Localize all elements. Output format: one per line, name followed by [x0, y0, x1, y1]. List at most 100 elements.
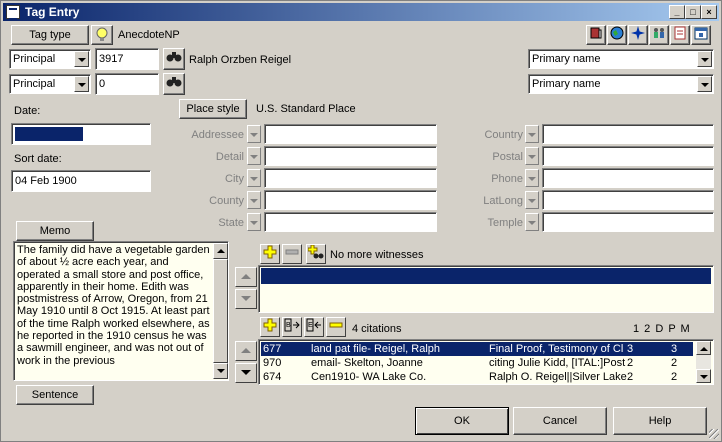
memo-button[interactable]: Memo — [16, 221, 94, 241]
tag-name: AnecdoteNP — [118, 29, 180, 41]
sort-date-field[interactable]: 04 Feb 1900 — [11, 170, 151, 192]
binoculars-icon[interactable] — [163, 73, 185, 95]
calendar-icon[interactable] — [691, 25, 711, 45]
citation-count: 4 citations — [352, 323, 402, 335]
citation-source: Cen1910- WA Lake Co. — [311, 371, 427, 383]
compass-icon[interactable] — [628, 25, 648, 45]
state-field[interactable] — [264, 212, 437, 232]
clipboard-icon[interactable] — [670, 25, 690, 45]
citation-move-up[interactable] — [235, 341, 257, 361]
help-button[interactable]: Help — [613, 407, 707, 435]
postal-label: Postal — [492, 151, 523, 163]
detail-field[interactable] — [264, 146, 437, 166]
date-selection — [15, 127, 83, 142]
memo-scrollbar[interactable] — [213, 243, 228, 379]
detail-dropdown[interactable] — [247, 147, 261, 165]
resize-grip[interactable] — [709, 429, 719, 439]
temple-dropdown[interactable] — [525, 213, 539, 231]
citation-id: 674 — [263, 371, 282, 383]
binoculars-icon[interactable] — [163, 48, 185, 70]
book-icon[interactable] — [586, 25, 606, 45]
principal1-name: Ralph Orzben Reigel — [189, 54, 292, 66]
state-label: State — [218, 217, 244, 229]
svg-text:E: E — [308, 322, 313, 329]
county-field[interactable] — [264, 190, 437, 210]
country-field[interactable] — [542, 124, 714, 144]
date-field[interactable] — [11, 123, 151, 145]
globe-icon[interactable] — [607, 25, 627, 45]
postal-dropdown[interactable] — [525, 147, 539, 165]
citation-scroll-down[interactable] — [696, 369, 711, 383]
memo-box[interactable]: The family did have a vegetable garden o… — [13, 241, 229, 381]
lightbulb-icon[interactable] — [91, 25, 113, 45]
maximize-button[interactable]: □ — [685, 5, 701, 19]
city-dropdown[interactable] — [247, 169, 261, 187]
witness-move-down[interactable] — [235, 289, 257, 309]
citation-move-down[interactable] — [235, 363, 257, 383]
memo-scroll-up[interactable] — [213, 243, 228, 259]
principal2-role-select[interactable]: Principal — [9, 74, 91, 94]
city-field[interactable] — [264, 168, 437, 188]
principal1-id-field[interactable]: 3917 — [95, 48, 159, 70]
sort-date-label: Sort date: — [14, 153, 62, 165]
principal1-role-select[interactable]: Principal — [9, 49, 91, 69]
window-icon — [6, 5, 20, 20]
citation-quality-2: 3 — [671, 343, 678, 355]
remove-citation-icon[interactable] — [326, 317, 346, 337]
phone-dropdown[interactable] — [525, 169, 539, 187]
minimize-button[interactable]: _ — [669, 5, 685, 19]
addressee-field[interactable] — [264, 124, 437, 144]
citation-quality: 3 — [627, 343, 634, 355]
witness-list[interactable] — [258, 265, 714, 313]
temple-label: Temple — [487, 217, 523, 229]
memo-text[interactable]: The family did have a vegetable garden o… — [17, 244, 213, 378]
table-row[interactable]: 677 land pat file- Reigel, Ralph Final P… — [261, 342, 693, 356]
temple-field[interactable] — [542, 212, 714, 232]
toolbar-icons — [586, 25, 716, 45]
citation-quality: 2 — [627, 357, 634, 369]
phone-label: Phone — [491, 173, 523, 185]
tag-entry-window: Tag Entry _ □ × Tag type AnecdoteNP Prin… — [0, 0, 722, 442]
latlong-dropdown[interactable] — [525, 191, 539, 209]
find-witness-icon[interactable] — [306, 244, 326, 264]
ok-button[interactable]: OK — [415, 407, 509, 435]
witness-selected-row[interactable] — [261, 268, 711, 284]
state-dropdown[interactable] — [247, 213, 261, 231]
tag-type-button[interactable]: Tag type — [11, 25, 89, 45]
principal2-name-type-select[interactable]: Primary name — [528, 74, 714, 94]
postal-field[interactable] — [542, 146, 714, 166]
memo-scroll-down[interactable] — [213, 363, 228, 379]
close-button[interactable]: × — [701, 5, 717, 19]
remove-witness-icon[interactable] — [282, 244, 302, 264]
citation-id: 677 — [263, 343, 282, 355]
detail-label: Detail — [215, 151, 244, 163]
country-dropdown[interactable] — [525, 125, 539, 143]
citation-scroll-up[interactable] — [696, 341, 711, 355]
memo-scroll-thumb[interactable] — [213, 259, 228, 363]
add-witness-icon[interactable] — [260, 244, 280, 264]
citation-list[interactable]: 677 land pat file- Reigel, Ralph Final P… — [258, 339, 714, 385]
citation-source: land pat file- Reigel, Ralph — [311, 343, 441, 355]
add-citation-icon[interactable] — [260, 317, 280, 337]
principal2-id-field[interactable]: 0 — [95, 73, 159, 95]
title-bar[interactable]: Tag Entry _ □ × — [3, 3, 719, 21]
witness-move-up[interactable] — [235, 267, 257, 287]
principal1-name-type-select[interactable]: Primary name — [528, 49, 714, 69]
svg-text:B: B — [286, 322, 291, 329]
window-title: Tag Entry — [25, 5, 80, 19]
phone-field[interactable] — [542, 168, 714, 188]
latlong-field[interactable] — [542, 190, 714, 210]
table-row[interactable]: 674 Cen1910- WA Lake Co. Ralph O. Reigel… — [261, 370, 693, 384]
citation-source: email- Skelton, Joanne — [311, 357, 423, 369]
paste-citation-icon[interactable]: E — [304, 317, 324, 337]
people-icon[interactable] — [649, 25, 669, 45]
place-style-button[interactable]: Place style — [179, 99, 247, 119]
county-dropdown[interactable] — [247, 191, 261, 209]
copy-citation-icon[interactable]: B — [282, 317, 302, 337]
table-row[interactable]: 970 email- Skelton, Joanne citing Julie … — [261, 356, 693, 370]
citation-scrollbar[interactable] — [696, 341, 711, 383]
citation-quality: 2 — [627, 371, 634, 383]
cancel-button[interactable]: Cancel — [513, 407, 607, 435]
sentence-button[interactable]: Sentence — [16, 385, 94, 405]
addressee-dropdown[interactable] — [247, 125, 261, 143]
